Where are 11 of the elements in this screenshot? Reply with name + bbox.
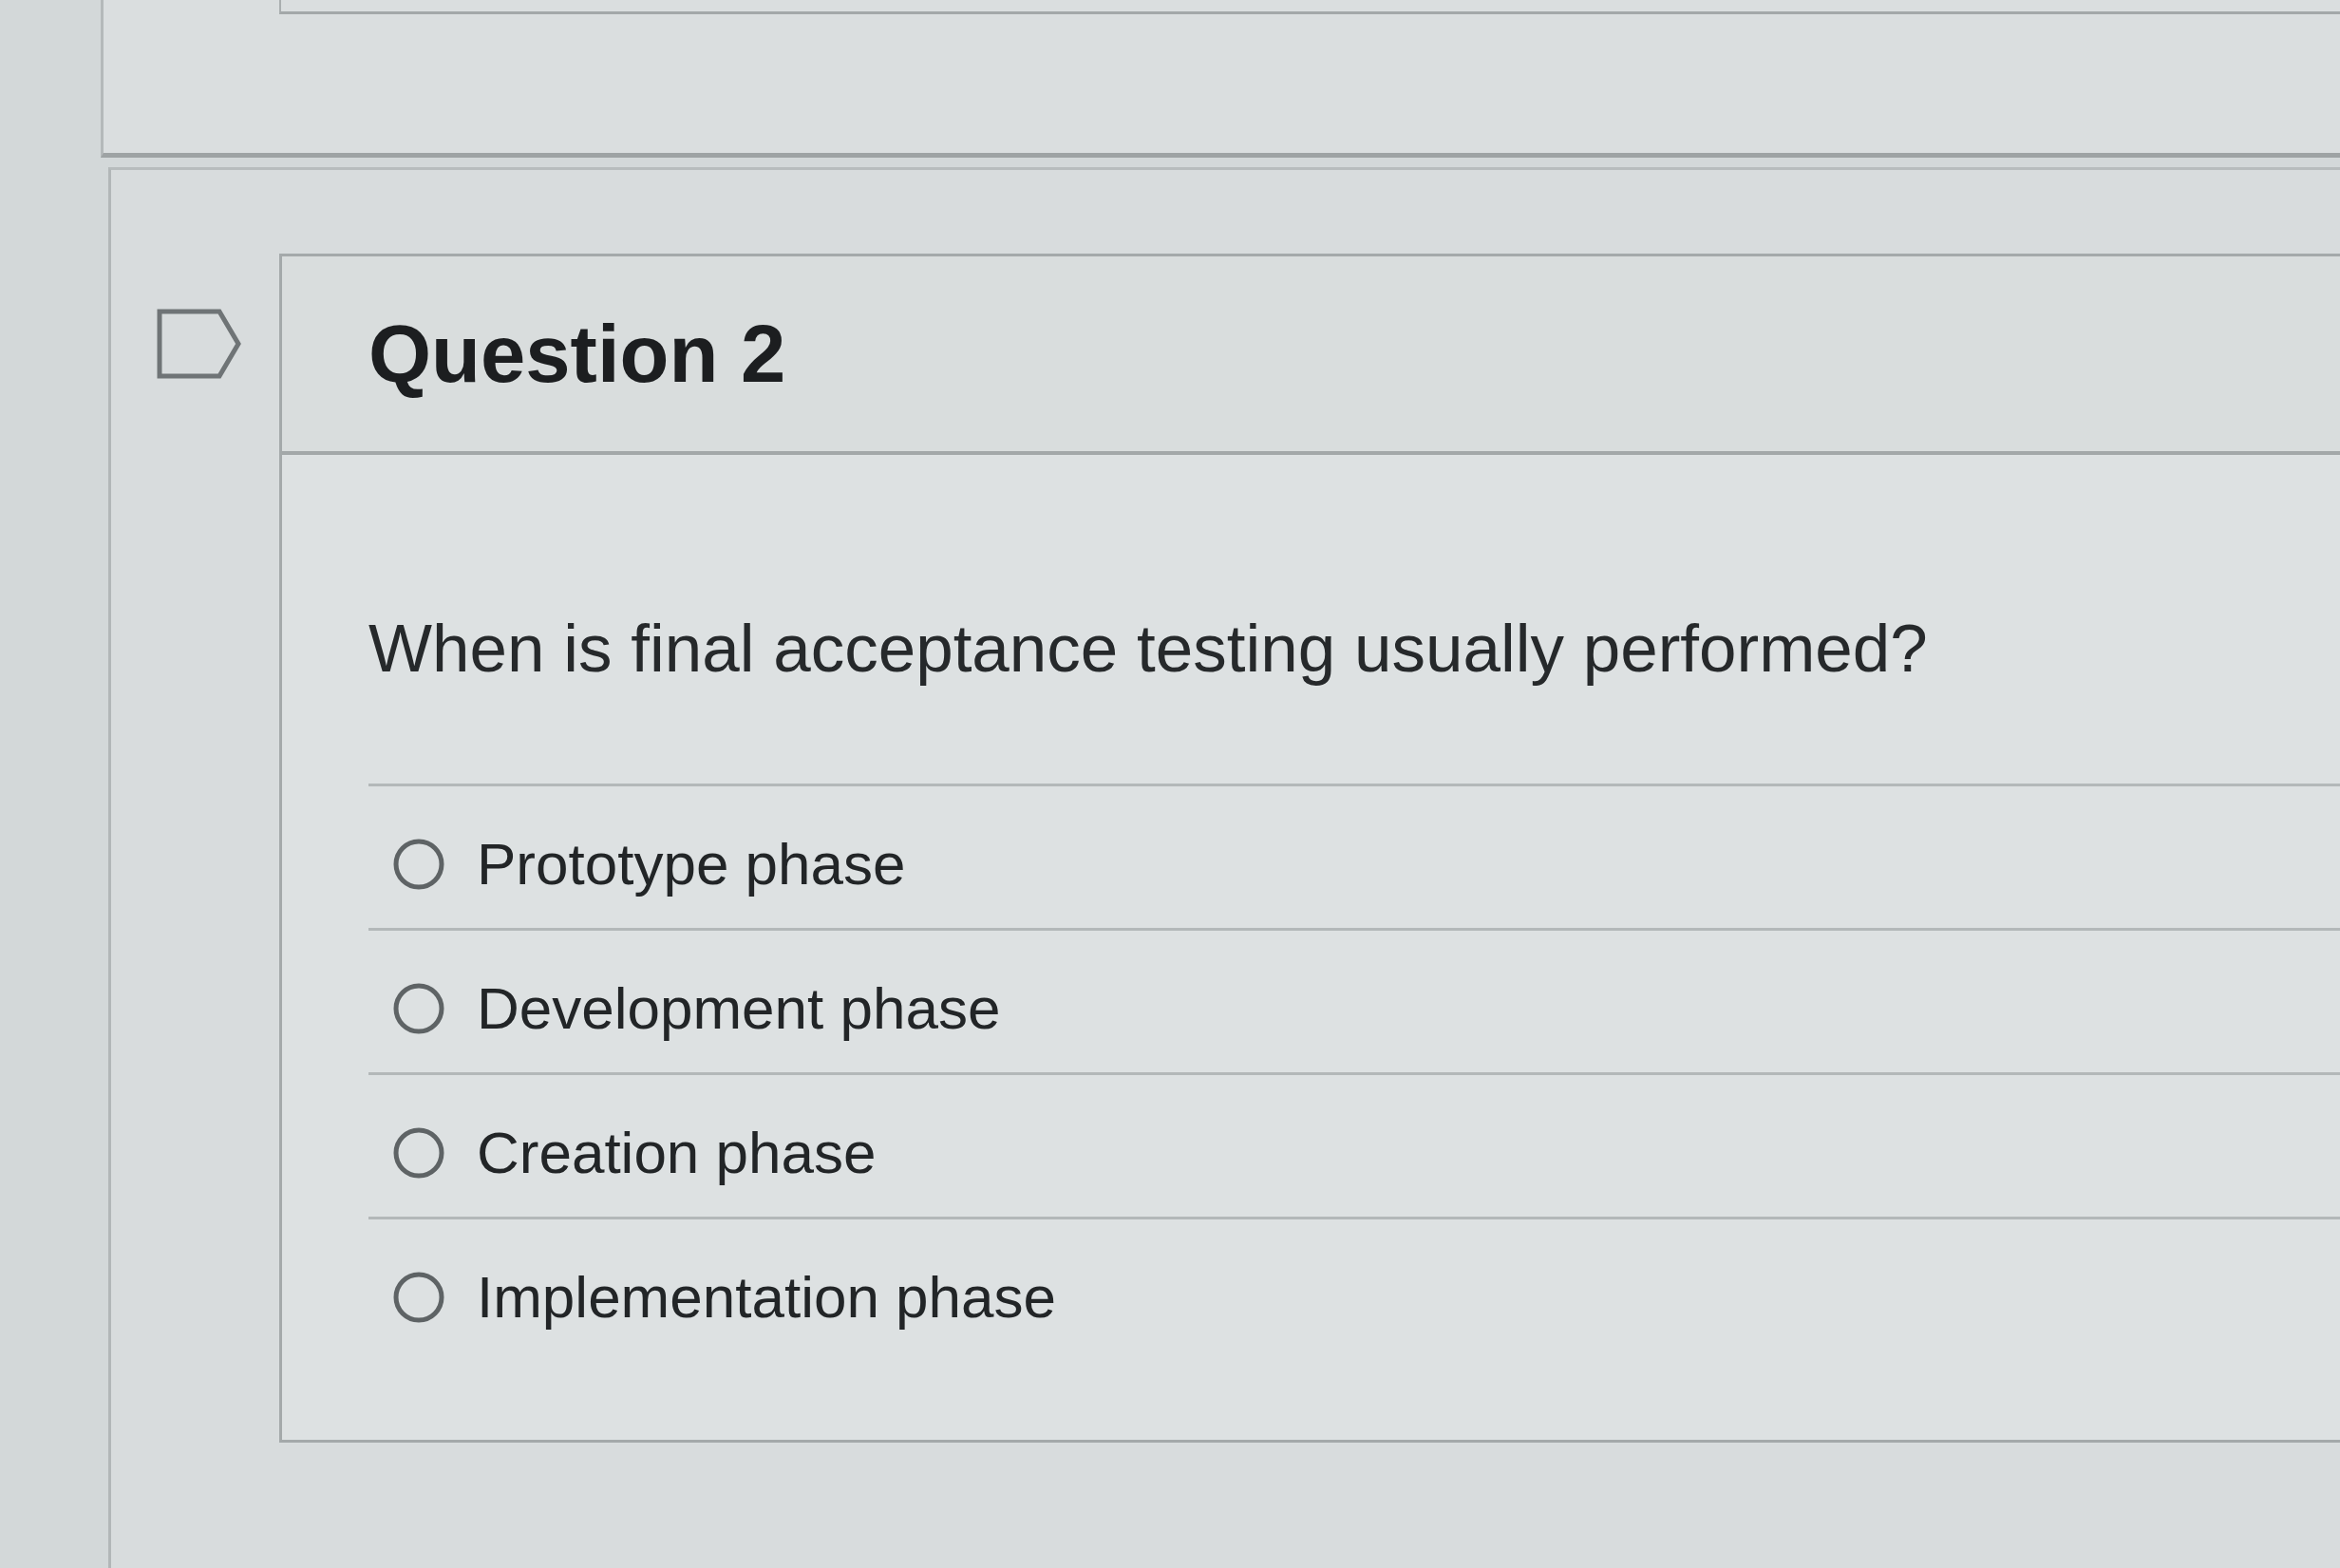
option-label: Development phase — [477, 973, 1001, 1043]
question-title: Question 2 — [368, 307, 786, 401]
option-label: Implementation phase — [477, 1262, 1057, 1332]
radio-button[interactable] — [393, 838, 444, 890]
flag-icon[interactable] — [157, 309, 242, 379]
option-label: Creation phase — [477, 1118, 877, 1187]
option-label: Prototype phase — [477, 829, 906, 898]
radio-button[interactable] — [393, 1126, 444, 1179]
question-text: When is final acceptance testing usually performed? — [368, 610, 1928, 688]
radio-button[interactable] — [393, 1271, 444, 1323]
radio-button[interactable] — [393, 982, 444, 1034]
